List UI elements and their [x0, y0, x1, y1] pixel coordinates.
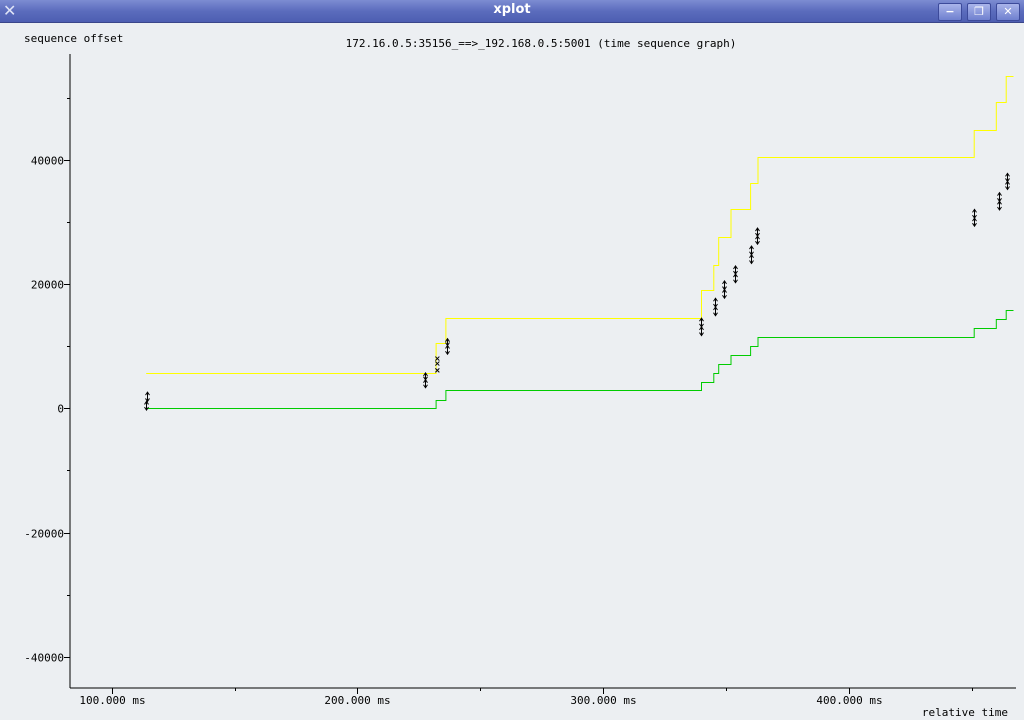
segment-mark: [755, 235, 760, 246]
time-sequence-plot[interactable]: sequence offset 172.16.0.5:35156_==>_192…: [0, 22, 1024, 720]
x-tick-label: 100.000 ms: [79, 694, 145, 707]
segment-mark: [722, 279, 727, 291]
segment-mark: [713, 297, 718, 308]
close-button[interactable]: ✕: [996, 3, 1020, 21]
segment-mark: [1005, 180, 1010, 191]
x-tick-label: 300.000 ms: [570, 694, 636, 707]
xplot-window: ✕ xplot − ❐ ✕ sequence offset 172.16.0.5…: [0, 0, 1024, 720]
ack-line: [146, 310, 1014, 409]
maximize-icon: ❐: [974, 5, 984, 18]
x-tick-label: 400.000 ms: [816, 694, 882, 707]
segment-mark: [997, 200, 1002, 211]
segment-mark: [997, 191, 1002, 203]
close-icon: ✕: [1003, 5, 1013, 18]
y-tick-label: 20000: [31, 279, 64, 292]
maximize-button[interactable]: ❐: [967, 3, 991, 21]
segment-mark: [713, 306, 718, 317]
segment-mark: [722, 288, 727, 300]
minimize-icon: −: [945, 5, 955, 18]
segment-mark: [749, 253, 754, 265]
title-bar[interactable]: ✕ xplot − ❐ ✕: [0, 0, 1024, 23]
segment-mark: [144, 400, 149, 412]
window-advertised-line: [146, 76, 1014, 374]
y-tick-label: 0: [57, 403, 64, 416]
minimize-button[interactable]: −: [938, 3, 962, 21]
y-axis-label: sequence offset: [24, 32, 123, 45]
segment-mark: [145, 391, 150, 403]
segment-mark: [733, 273, 738, 284]
segment-mark: [733, 265, 738, 275]
x-tick-label: 200.000 ms: [324, 694, 390, 707]
segment-mark: [445, 344, 450, 356]
window-title: xplot: [493, 2, 531, 17]
x-axis-label: relative time: [922, 706, 1008, 719]
segment-mark: [972, 208, 977, 219]
axes: -40000 -20000 0 20000 40000 100.000 ms 200.000…: [24, 54, 1016, 707]
segment-mark: [699, 317, 704, 328]
graph-title: 172.16.0.5:35156_==>_192.168.0.5:5001 (t…: [346, 37, 737, 50]
segment-mark: [755, 227, 760, 238]
series-layer: [144, 76, 1014, 412]
y-tick-label: -20000: [24, 528, 64, 541]
segment-mark: [972, 217, 977, 228]
segment-mark: [423, 378, 428, 389]
segment-mark: [749, 245, 754, 256]
y-tick-label: -40000: [24, 652, 64, 665]
y-tick-label: 40000: [31, 155, 64, 168]
segment-mark: [1005, 172, 1010, 183]
segment-mark: [699, 325, 704, 337]
